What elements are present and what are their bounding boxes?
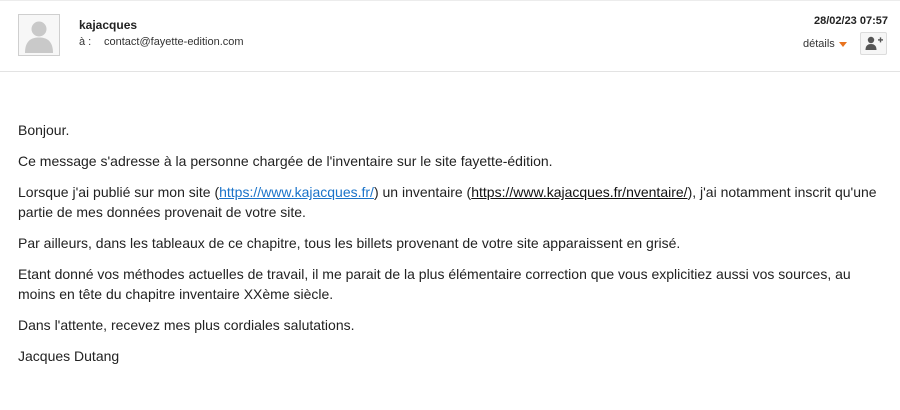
caret-down-icon xyxy=(838,41,847,47)
message-date: 28/02/23 07:57 xyxy=(813,15,888,27)
add-contact-icon xyxy=(865,36,883,50)
sender-name: kajacques xyxy=(79,18,138,32)
message-paragraph-3: Par ailleurs, dans les tableaux de ce ch… xyxy=(18,235,681,251)
message-greeting: Bonjour. xyxy=(18,122,70,138)
message-body: Bonjour. Ce message s'adresse à la perso… xyxy=(18,120,878,377)
message-paragraph-1: Ce message s'adresse à la personne charg… xyxy=(18,153,553,169)
message-paragraph-5: Dans l'attente, recevez mes plus cordial… xyxy=(18,317,355,333)
add-contact-button[interactable] xyxy=(860,32,887,55)
recipient-label: à : xyxy=(79,36,92,48)
person-avatar-icon xyxy=(18,14,60,56)
message-paragraph-4: Etant donné vos méthodes actuelles de tr… xyxy=(18,266,851,302)
message-header: kajacques à : contact@fayette-edition.co… xyxy=(0,0,900,72)
header-divider xyxy=(0,0,900,1)
message-signature: Jacques Dutang xyxy=(18,348,120,364)
paragraph-2-text-start: Lorsque j'ai publié sur mon site ( xyxy=(18,184,220,200)
site-link[interactable]: https://www.kajacques.fr/ xyxy=(219,184,374,200)
message-paragraph-2: Lorsque j'ai publié sur mon site (https:… xyxy=(18,182,878,222)
details-label: détails xyxy=(803,38,835,50)
details-toggle[interactable]: détails xyxy=(803,38,847,50)
recipient-address: contact@fayette-edition.com xyxy=(104,36,244,48)
inventory-link[interactable]: https://www.kajacques.fr/nventaire/ xyxy=(471,184,687,200)
paragraph-2-text-middle: ) un inventaire ( xyxy=(373,184,472,200)
